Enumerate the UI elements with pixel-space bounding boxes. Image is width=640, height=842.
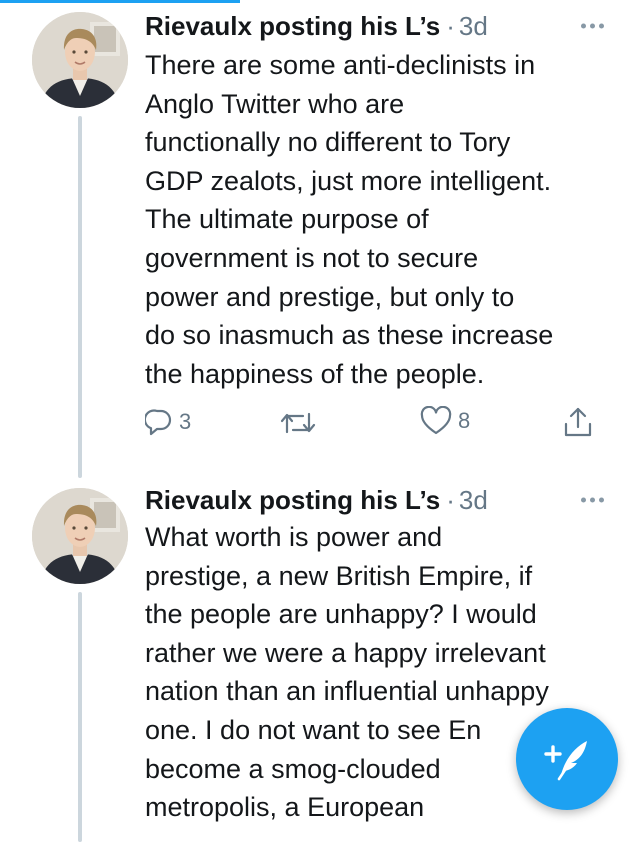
more-icon[interactable] [581,497,604,503]
tweet-actions: 3 8 [0,402,640,448]
compose-tweet-button[interactable] [516,708,618,810]
reply-count: 3 [179,409,192,434]
separator-dot: · [446,10,455,41]
separator-dot: · [446,484,455,515]
retweet-button[interactable] [280,410,316,436]
heart-icon [420,406,452,436]
author-name[interactable]: Rievaulx posting his L’s [145,485,440,516]
reply-icon [145,408,173,436]
avatar[interactable] [32,12,128,108]
tweet-header: Rievaulx posting his L’s · 3d [145,482,620,518]
tweet-text: There are some anti-declinists in Anglo … [145,50,554,389]
tweet[interactable]: Rievaulx posting his L’s · 3d There are … [0,0,640,478]
author-name[interactable]: Rievaulx posting his L’s [145,11,440,42]
like-count: 8 [458,408,471,433]
share-button[interactable] [563,406,593,438]
share-icon [563,406,593,438]
retweet-icon [280,410,316,436]
reply-button[interactable]: 3 [145,408,191,436]
timestamp[interactable]: 3d [459,485,488,516]
like-button[interactable]: 8 [420,406,470,436]
more-icon[interactable] [581,23,604,29]
compose-tweet-icon [539,729,595,790]
timestamp[interactable]: 3d [459,11,488,42]
thread-connector-line [78,592,82,842]
avatar[interactable] [32,488,128,584]
tweet-header: Rievaulx posting his L’s · 3d [145,8,620,44]
